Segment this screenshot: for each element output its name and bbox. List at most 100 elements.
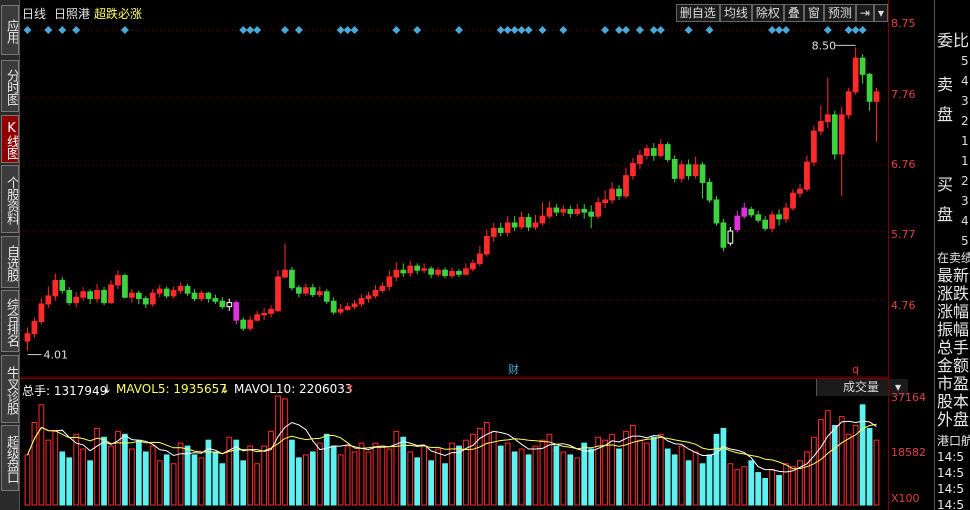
candle-body [588, 211, 595, 217]
volume-bar [713, 433, 720, 506]
tab-1[interactable]: 分时图 [1, 60, 19, 112]
info-diamond-icon [823, 26, 832, 34]
sell-level: 2 [961, 114, 969, 128]
info-diamond-icon [392, 26, 401, 34]
volume-bar [38, 404, 45, 506]
candle-body [87, 291, 93, 300]
info-diamond-icon [517, 26, 526, 34]
buy-level: 5 [961, 234, 969, 248]
candle-body [400, 269, 407, 274]
candle-body [873, 91, 880, 102]
field-label: 涨幅 [937, 302, 970, 321]
candle-body [623, 175, 629, 197]
candle-body [463, 268, 469, 275]
info-diamond-icon [768, 26, 777, 34]
volume-bar [156, 460, 163, 506]
candle-body [741, 207, 748, 217]
arrow-up-icon: ↑ [345, 382, 356, 396]
candle-body [699, 164, 706, 183]
candle-body [386, 276, 393, 287]
volume-bar [504, 442, 511, 506]
volume-bar [685, 460, 692, 506]
candle-body [692, 164, 699, 177]
buy-label: 买 [937, 175, 954, 194]
candle-body [643, 148, 650, 156]
candle-body [254, 314, 261, 321]
candle-body [233, 302, 240, 321]
candle-body [852, 57, 859, 93]
volume-bar [873, 439, 880, 506]
buy-level: 3 [961, 194, 969, 208]
candle-body [804, 161, 810, 190]
candle-body [532, 222, 539, 228]
volume-bar [191, 454, 198, 506]
volume-bar [755, 472, 762, 506]
volume-bar [289, 439, 295, 506]
tab-4[interactable]: 自选股 [1, 236, 19, 288]
volume-bar [184, 445, 191, 506]
volume-bar [24, 454, 31, 506]
candle-body [476, 253, 483, 264]
tab-2[interactable]: K线图 [1, 115, 19, 163]
tab-0[interactable]: 应用 [1, 5, 19, 55]
tab-6[interactable]: 牛叉诊股 [1, 355, 19, 423]
candle-body [713, 199, 720, 224]
candle-body [748, 208, 755, 216]
volume-bar [282, 398, 288, 506]
candle-body [727, 230, 734, 244]
candle-body [831, 114, 838, 155]
volume-bar [804, 451, 810, 506]
candle-body [449, 271, 455, 277]
candle-body [59, 279, 66, 291]
volume-bar [87, 460, 93, 506]
info-diamond-icon [246, 26, 255, 34]
volume-bar [790, 466, 796, 506]
volume-bar [337, 454, 344, 506]
volume-bar [421, 445, 428, 506]
volume-bar [581, 442, 588, 506]
volume-bar [643, 442, 650, 506]
volume-bar [400, 436, 407, 506]
price-tick: 8.75 [891, 17, 916, 30]
mavol5-label: MAVOL5: 1935657 [116, 382, 227, 396]
volume-bar [762, 477, 769, 506]
candle-body [797, 188, 803, 194]
candle-body [720, 222, 727, 248]
info-diamond-icon [858, 26, 867, 34]
volume-bar [776, 475, 782, 506]
candle-body [289, 269, 295, 289]
candle-body [337, 308, 344, 313]
volume-bar [323, 433, 330, 506]
candle-body [560, 208, 567, 213]
tab-7[interactable]: 超级盘口 [1, 425, 19, 491]
volume-bar [45, 439, 52, 506]
info-diamond-icon [524, 26, 533, 34]
volume-bar [414, 457, 421, 506]
tab-5[interactable]: 综合排名 [1, 290, 19, 352]
candle-body [407, 265, 414, 274]
kline-chart[interactable]: 8.50 4.01 财 q [20, 0, 888, 510]
candle-body [421, 268, 428, 271]
volume-bar [254, 463, 261, 506]
field-label: 最新 [937, 266, 970, 285]
candle-body [45, 295, 52, 305]
candle-body [372, 289, 379, 297]
sell-level: 3 [961, 94, 969, 108]
candle-body [358, 298, 365, 305]
candle-body [282, 269, 288, 278]
price-tick: 5.77 [891, 228, 916, 241]
volume-bar [94, 427, 100, 506]
info-diamond-icon [120, 26, 129, 34]
field-label: 总手 [937, 338, 970, 357]
candle-body [630, 162, 636, 177]
volume-bar [240, 460, 247, 506]
candle-body [783, 207, 789, 220]
candle-body [435, 269, 441, 275]
high-label: 8.50 [812, 39, 837, 52]
candle-body [838, 114, 845, 155]
volume-bar [330, 445, 337, 506]
candle-body [212, 298, 219, 302]
volume-bar [351, 451, 358, 506]
tab-3[interactable]: 个股资料 [1, 165, 19, 233]
field-label: 市盈 [937, 374, 970, 393]
